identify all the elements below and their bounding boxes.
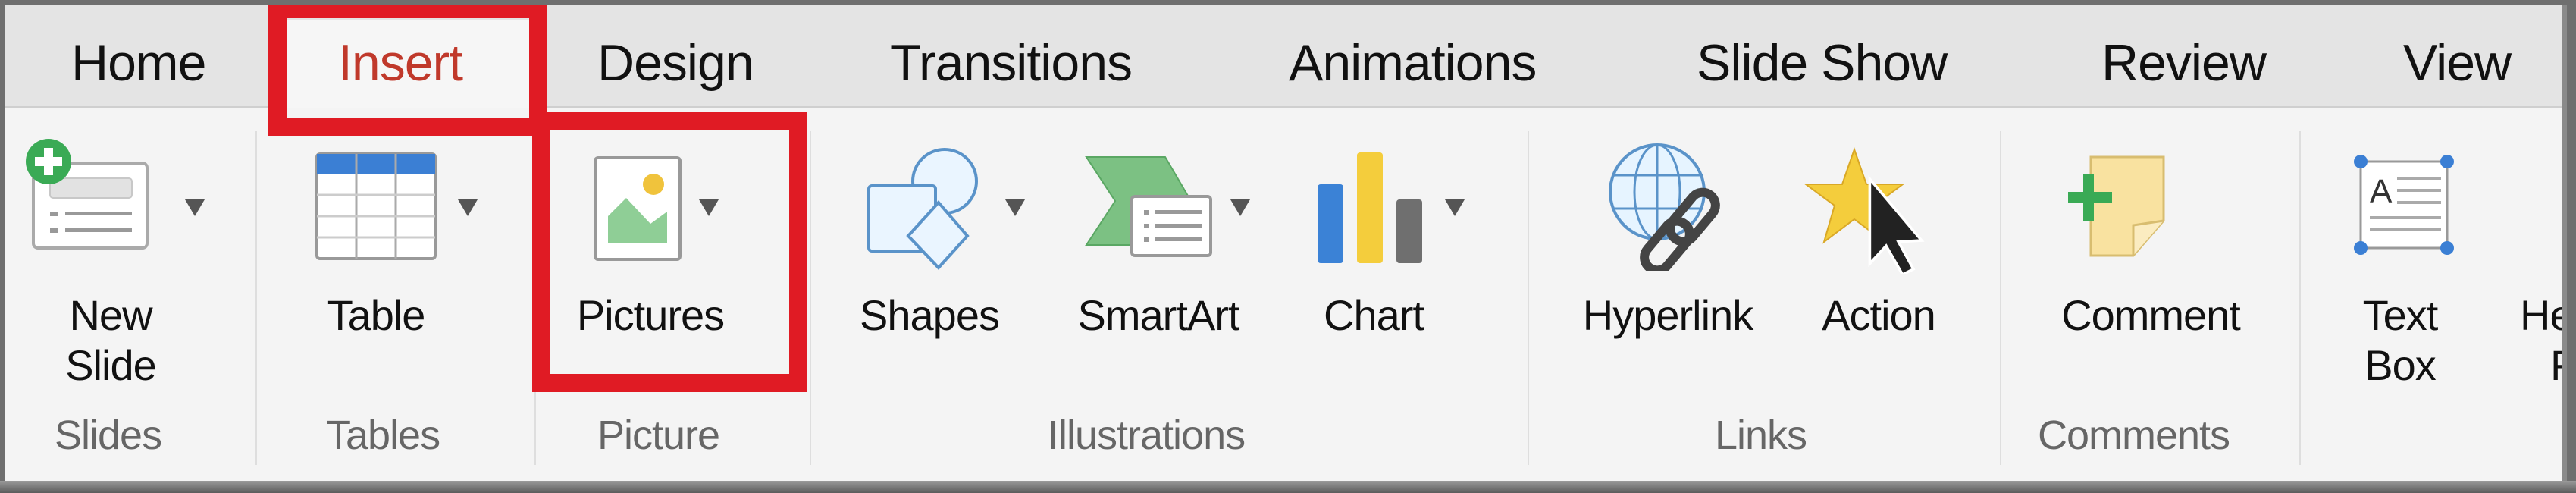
tab-home[interactable]: Home [71,33,206,93]
tab-view[interactable]: View [2403,33,2512,93]
text-box-label-line1: Text [2362,291,2439,339]
hyperlink-icon [1609,143,1720,271]
header-footer-label-line1: He [2520,291,2567,339]
smartart-label: SmartArt [1077,291,1240,339]
table-label: Table [327,291,426,339]
picture-icon [594,156,682,261]
comment-label: Comment [2061,291,2241,339]
shapes-icon [867,148,978,270]
new-slide-button[interactable]: New Slide [5,108,247,412]
hyperlink-button[interactable]: Hyperlink [1551,108,1778,412]
header-footer-button[interactable]: He F [2520,108,2567,412]
window-right-edge [2562,5,2567,485]
pictures-dropdown-caret[interactable] [699,199,719,216]
ribbon-insert-panel: New Slide Slides Table Tables Pictures P… [5,108,2567,485]
new-slide-label-line2: Slide [65,341,157,389]
group-divider [1528,131,1529,465]
group-divider [2299,131,2301,465]
group-label-picture: Picture [597,413,720,458]
comment-icon [2068,155,2165,257]
table-button[interactable]: Table [262,108,520,412]
chart-dropdown-caret[interactable] [1445,199,1465,216]
chart-icon [1318,152,1422,263]
smartart-button[interactable]: SmartArt [1062,108,1290,412]
chart-label: Chart [1324,291,1424,339]
text-box-icon: A [2354,155,2454,255]
shapes-label: Shapes [860,291,1000,339]
tab-review[interactable]: Review [2101,33,2267,93]
table-icon [315,152,437,260]
group-label-illustrations: Illustrations [1048,413,1246,458]
group-divider [255,131,257,465]
pictures-label: Pictures [576,291,725,339]
new-slide-dropdown-caret[interactable] [185,199,205,216]
tab-animations[interactable]: Animations [1289,33,1537,93]
header-footer-label-line2: F [2550,341,2567,389]
action-icon [1804,146,1925,274]
text-box-button[interactable]: A Text Box [2324,108,2491,412]
tab-design[interactable]: Design [597,33,754,93]
group-divider [810,131,811,465]
hyperlink-label: Hyperlink [1582,291,1753,339]
group-divider [2000,131,2001,465]
table-dropdown-caret[interactable] [458,199,478,216]
chart-button[interactable]: Chart [1308,108,1490,412]
smartart-dropdown-caret[interactable] [1230,199,1250,216]
new-slide-label-line1: New [69,291,152,339]
shapes-button[interactable]: Shapes [854,108,1051,412]
group-label-slides: Slides [55,413,162,458]
comment-button[interactable]: Comment [2021,108,2286,412]
group-label-comments: Comments [2038,413,2230,458]
smartart-icon [1085,156,1212,257]
new-slide-icon [26,139,149,250]
shapes-dropdown-caret[interactable] [1005,199,1025,216]
group-divider [534,131,536,465]
powerpoint-ribbon-window: Home Insert Design Transitions Animation… [5,5,2567,485]
window-bottom-edge [0,481,2576,493]
ribbon-tab-bar: Home Insert Design Transitions Animation… [5,5,2567,121]
svg-text:A: A [2370,173,2393,210]
group-label-links: Links [1715,413,1807,458]
action-button[interactable]: Action [1786,108,1976,412]
pictures-button[interactable]: Pictures [540,108,810,412]
tab-insert[interactable]: Insert [338,33,463,93]
text-box-label-line2: Box [2364,341,2437,389]
tab-transitions[interactable]: Transitions [890,33,1133,93]
tab-slide-show[interactable]: Slide Show [1697,33,1948,93]
group-label-tables: Tables [326,413,440,458]
action-label: Action [1822,291,1936,339]
